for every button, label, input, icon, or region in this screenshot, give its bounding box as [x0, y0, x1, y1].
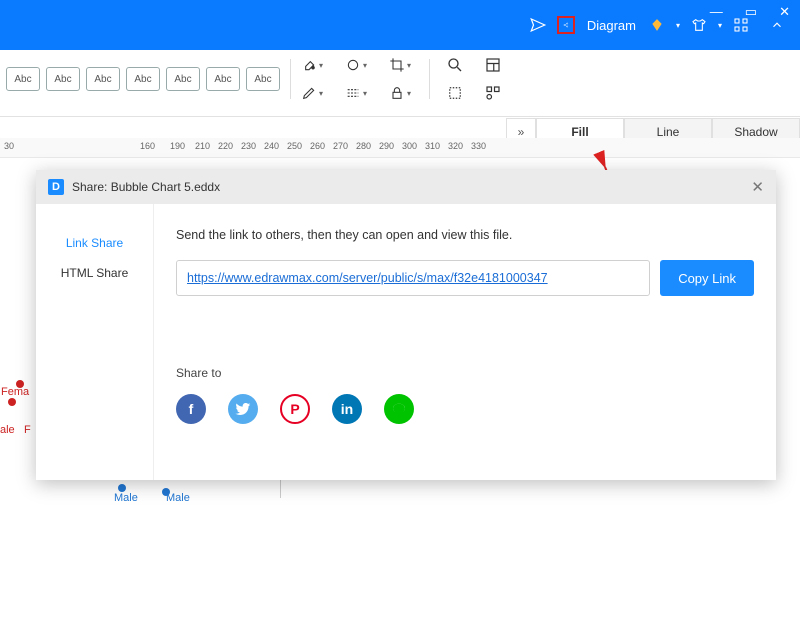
data-point[interactable] — [8, 398, 16, 406]
pen-tool[interactable]: ▾ — [301, 85, 331, 101]
components-icon[interactable] — [484, 84, 510, 102]
facebook-icon[interactable]: f — [176, 394, 206, 424]
shape-style[interactable]: Abc — [86, 67, 120, 91]
ruler-tick: 330 — [471, 141, 486, 151]
select-icon[interactable] — [446, 84, 472, 102]
linkedin-icon[interactable]: in — [332, 394, 362, 424]
ruler-tick: 290 — [379, 141, 394, 151]
shape-style[interactable]: Abc — [246, 67, 280, 91]
diamond-icon[interactable] — [648, 16, 666, 34]
ruler-tick: 190 — [170, 141, 185, 151]
send-icon[interactable] — [529, 16, 547, 34]
dialog-close[interactable]: ✕ — [751, 178, 764, 196]
share-dialog: D Share: Bubble Chart 5.eddx ✕ Link Shar… — [36, 170, 776, 480]
ruler-tick: 320 — [448, 141, 463, 151]
dialog-main: Send the link to others, then they can o… — [154, 204, 776, 480]
data-point[interactable] — [118, 484, 126, 492]
data-label: Fema — [1, 386, 29, 398]
shape-style[interactable]: Abc — [6, 67, 40, 91]
shape-style[interactable]: Abc — [166, 67, 200, 91]
ruler: 30 160 190 210 220 230 240 250 260 270 2… — [0, 138, 800, 158]
ruler-tick: 300 — [402, 141, 417, 151]
dialog-sidebar: Link Share HTML Share — [36, 204, 154, 480]
ruler-tick: 220 — [218, 141, 233, 151]
caret-icon[interactable]: ▾ — [676, 21, 680, 30]
tool-group-1: ▾ ▾ ▾ ▾ ▾ ▾ — [301, 54, 419, 104]
window-minimize[interactable]: — — [710, 4, 723, 20]
ruler-tick: 230 — [241, 141, 256, 151]
ruler-tick: 250 — [287, 141, 302, 151]
shape-style[interactable]: Abc — [46, 67, 80, 91]
shape-styles: Abc Abc Abc Abc Abc Abc Abc — [6, 67, 280, 91]
pinterest-icon[interactable]: P — [280, 394, 310, 424]
data-label: Male — [166, 492, 190, 504]
ruler-tick: 30 — [4, 141, 14, 151]
window-close[interactable]: ✕ — [779, 4, 790, 20]
ruler-tick: 210 — [195, 141, 210, 151]
toolbar: Abc Abc Abc Abc Abc Abc Abc ▾ ▾ ▾ ▾ ▾ ▾ — [0, 50, 800, 117]
share-to-label: Share to — [176, 366, 754, 380]
shape-style[interactable]: Abc — [126, 67, 160, 91]
separator — [429, 59, 430, 99]
separator — [290, 59, 291, 99]
dialog-header: D Share: Bubble Chart 5.eddx ✕ — [36, 170, 776, 204]
ruler-tick: 280 — [356, 141, 371, 151]
tool-group-2 — [446, 54, 510, 104]
diagram-label[interactable]: Diagram — [587, 18, 636, 33]
ruler-tick: 240 — [264, 141, 279, 151]
line-icon[interactable] — [384, 394, 414, 424]
ruler-tick: 270 — [333, 141, 348, 151]
sidebar-link-share[interactable]: Link Share — [36, 228, 153, 258]
copy-link-button[interactable]: Copy Link — [660, 260, 754, 296]
ruler-tick: 160 — [140, 141, 155, 151]
dialog-body: Link Share HTML Share Send the link to o… — [36, 204, 776, 480]
ruler-tick: 310 — [425, 141, 440, 151]
line-style-tool[interactable]: ▾ — [345, 85, 375, 101]
data-label: ale — [0, 424, 15, 436]
fill-tool[interactable]: ▾ — [301, 57, 331, 73]
window-controls: — ▭ ✕ — [710, 4, 790, 20]
search-icon[interactable] — [446, 56, 472, 74]
titlebar: — ▭ ✕ Diagram ▾ ▾ — [0, 0, 800, 50]
sidebar-html-share[interactable]: HTML Share — [36, 258, 153, 288]
app-logo-icon: D — [48, 179, 64, 195]
twitter-icon[interactable] — [228, 394, 258, 424]
share-icon[interactable] — [557, 16, 575, 34]
window-maximize[interactable]: ▭ — [745, 4, 757, 20]
caret-icon[interactable]: ▾ — [718, 21, 722, 30]
data-label: Male — [114, 492, 138, 504]
layout-icon[interactable] — [484, 56, 510, 74]
crop-tool[interactable]: ▾ — [389, 57, 419, 73]
share-description: Send the link to others, then they can o… — [176, 228, 754, 242]
link-row: https://www.edrawmax.com/server/public/s… — [176, 260, 754, 296]
ruler-tick: 260 — [310, 141, 325, 151]
shape-tool[interactable]: ▾ — [345, 57, 375, 73]
shape-style[interactable]: Abc — [206, 67, 240, 91]
social-buttons: f P in — [176, 394, 754, 424]
lock-tool[interactable]: ▾ — [389, 85, 419, 101]
data-label: F — [24, 424, 31, 436]
dialog-title: Share: Bubble Chart 5.eddx — [72, 180, 220, 194]
share-url-field[interactable]: https://www.edrawmax.com/server/public/s… — [176, 260, 650, 296]
shirt-icon[interactable] — [690, 16, 708, 34]
